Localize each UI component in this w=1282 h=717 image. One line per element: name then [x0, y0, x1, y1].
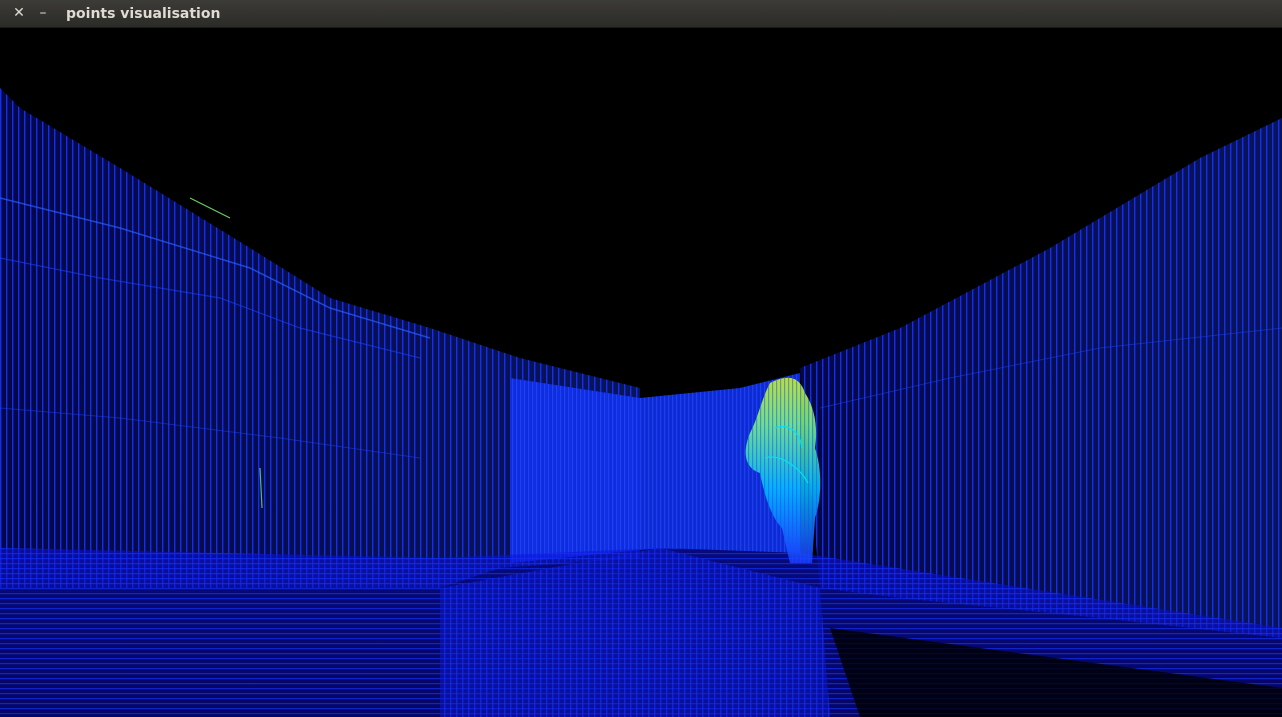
- point-cloud-canvas[interactable]: [0, 28, 1282, 717]
- title-bar[interactable]: ✕ – points visualisation: [0, 0, 1282, 28]
- app-window: ✕ – points visualisation: [0, 0, 1282, 717]
- point-cloud-viewport[interactable]: [0, 28, 1282, 717]
- right-wall-points: [800, 118, 1282, 638]
- minimize-button[interactable]: –: [34, 4, 52, 22]
- window-title: points visualisation: [66, 6, 221, 22]
- close-button[interactable]: ✕: [10, 4, 28, 22]
